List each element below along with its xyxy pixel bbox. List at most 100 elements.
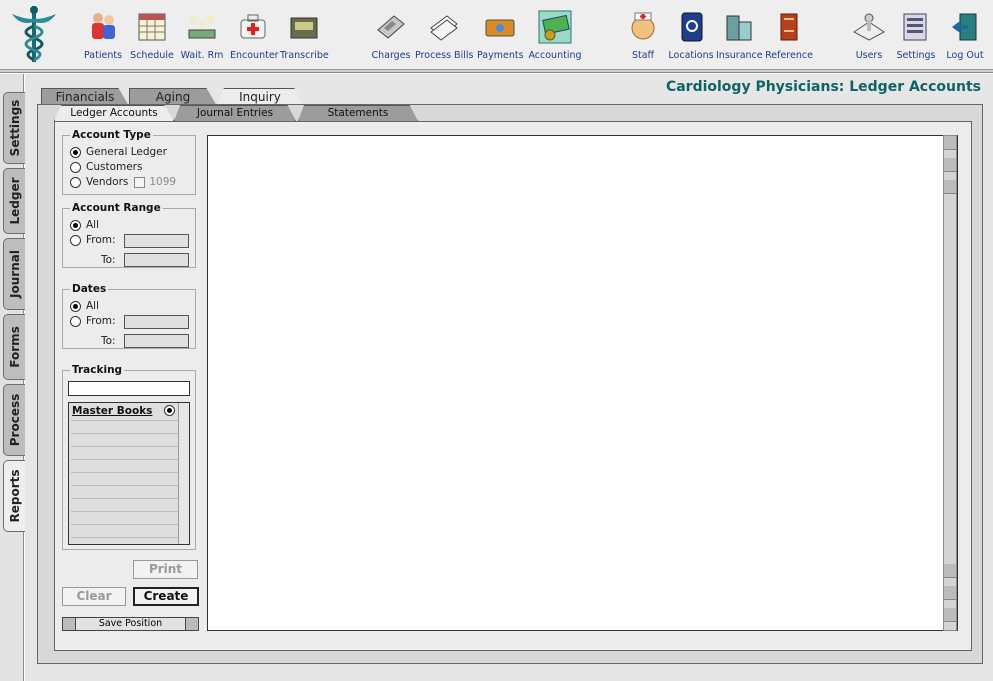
side-tab-forms[interactable]: Forms — [3, 314, 25, 380]
scroll-page-down-icon[interactable] — [944, 586, 956, 600]
radio-account-range-all[interactable]: All — [70, 218, 99, 232]
book-icon — [780, 13, 798, 41]
bills-icon — [430, 15, 458, 41]
clear-button[interactable]: Clear — [62, 587, 126, 606]
account-type-title: Account Type — [70, 129, 153, 141]
toolbar-reference-button[interactable]: Reference — [765, 10, 813, 66]
side-tab-journal[interactable]: Journal — [3, 238, 25, 310]
side-tab-ledger[interactable]: Ledger — [3, 168, 25, 234]
toolbar-encounter-label: Encounter — [230, 50, 279, 61]
user-icon — [853, 13, 885, 41]
scroll-bottom-icon[interactable] — [944, 608, 956, 622]
account-range-to-label: To: — [101, 254, 116, 266]
account-type-group: Account Type General Ledger Customers Ve… — [62, 129, 196, 195]
side-tab-reports-label: Reports — [7, 469, 22, 523]
toolbar-settings-label: Settings — [896, 50, 936, 61]
toolbar-transcribe-label: Transcribe — [280, 50, 329, 61]
vendors-label: Vendors — [86, 176, 129, 188]
dates-all-label: All — [86, 300, 100, 312]
radio-account-range-from[interactable]: From: — [70, 233, 116, 247]
dates-to-input[interactable] — [124, 334, 189, 348]
toolbar-logout-button[interactable]: Log Out — [944, 10, 986, 66]
tracking-list-scrollbar[interactable] — [178, 403, 189, 544]
tracking-input[interactable] — [68, 381, 190, 396]
radio-general-ledger-indicator[interactable] — [70, 146, 81, 158]
radio-vendors-indicator[interactable] — [70, 176, 81, 188]
toolbar-insurance-button[interactable]: Insurance — [716, 10, 763, 66]
side-tab-reports[interactable]: Reports — [3, 460, 25, 532]
medical-bag-icon — [240, 14, 266, 39]
toolbar-process-bills-label: Process Bills — [415, 50, 474, 61]
toolbar-charges-button[interactable]: Charges — [371, 10, 411, 66]
list-row-divider — [71, 524, 179, 525]
tab-ledger-accounts[interactable]: Ledger Accounts — [54, 105, 174, 121]
patients-icon — [92, 13, 115, 39]
building-icon — [726, 15, 752, 41]
calendar-icon — [138, 13, 166, 41]
toolbar-users-label: Users — [855, 50, 883, 61]
ledger-accounts-panel: Account Type General Ledger Customers Ve… — [54, 121, 972, 651]
tab-journal-entries[interactable]: Journal Entries — [174, 105, 296, 121]
radio-vendors[interactable]: Vendors 1099 — [70, 175, 176, 189]
dates-from-input[interactable] — [124, 315, 189, 329]
arrow-left-icon[interactable] — [63, 618, 76, 630]
account-range-all-label: All — [86, 219, 100, 231]
arrow-right-icon[interactable] — [185, 618, 198, 630]
toolbar-charges-label: Charges — [371, 50, 411, 61]
radio-account-range-from-indicator[interactable] — [70, 234, 81, 246]
radio-dates-from[interactable]: From: — [70, 314, 116, 328]
payment-card-icon — [485, 19, 515, 37]
transcribe-icon — [290, 17, 318, 39]
toolbar-patients-button[interactable]: Patients — [83, 10, 123, 66]
toolbar-payments-button[interactable]: Payments — [477, 10, 524, 66]
toolbar-encounter-button[interactable]: Encounter — [230, 10, 279, 66]
side-tab-process[interactable]: Process — [3, 384, 25, 456]
main-area: Cardiology Physicians: Ledger Accounts F… — [25, 74, 993, 681]
toolbar-waiting-room-button[interactable]: Wait. Rm — [180, 10, 224, 66]
toolbar-users-button[interactable]: Users — [852, 10, 886, 66]
dates-to-label: To: — [101, 335, 116, 347]
account-range-title: Account Range — [70, 202, 163, 214]
master-books-radio[interactable] — [164, 405, 175, 416]
side-tab-process-label: Process — [7, 393, 22, 447]
side-tab-settings[interactable]: Settings — [3, 92, 25, 164]
toolbar-transcribe-button[interactable]: Transcribe — [280, 10, 329, 66]
radio-customers[interactable]: Customers — [70, 160, 142, 174]
print-button[interactable]: Print — [133, 560, 198, 579]
scroll-page-up-icon[interactable] — [944, 158, 956, 172]
page-title: Cardiology Physicians: Ledger Accounts — [665, 79, 981, 95]
side-tab-forms-label: Forms — [7, 326, 22, 368]
toolbar-accounting-button[interactable]: Accounting — [528, 10, 582, 66]
account-range-from-input[interactable] — [124, 234, 189, 248]
tab-statements[interactable]: Statements — [298, 105, 418, 121]
scroll-top-icon[interactable] — [944, 136, 956, 150]
logout-icon — [952, 13, 977, 41]
side-tab-ledger-label: Ledger — [7, 177, 22, 225]
list-row-divider — [71, 485, 179, 486]
content-vertical-scrollbar[interactable] — [943, 135, 957, 631]
toolbar-settings-button[interactable]: Settings — [896, 10, 936, 66]
toolbar-staff-button[interactable]: Staff — [625, 10, 661, 66]
toolbar-logout-label: Log Out — [946, 50, 984, 61]
tracking-list[interactable]: Master Books — [68, 402, 190, 545]
radio-dates-all[interactable]: All — [70, 299, 99, 313]
create-button[interactable]: Create — [133, 587, 199, 606]
account-range-to-input[interactable] — [124, 253, 189, 267]
scroll-up-icon[interactable] — [944, 180, 956, 194]
list-row-divider — [71, 459, 179, 460]
checkbox-1099-label: 1099 — [149, 176, 177, 188]
checkbox-1099[interactable] — [134, 176, 146, 188]
toolbar-process-bills-button[interactable]: Process Bills — [415, 10, 473, 66]
list-row-divider — [71, 433, 179, 434]
radio-customers-indicator[interactable] — [70, 161, 81, 173]
radio-general-ledger[interactable]: General Ledger — [70, 145, 167, 159]
scroll-down-icon[interactable] — [944, 564, 956, 578]
radio-account-range-all-indicator[interactable] — [70, 219, 81, 231]
toolbar-schedule-button[interactable]: Schedule — [130, 10, 174, 66]
report-content-area[interactable] — [207, 135, 958, 631]
toolbar-locations-button[interactable]: Locations — [668, 10, 714, 66]
tracking-item-master-books[interactable]: Master Books — [72, 405, 152, 417]
radio-dates-from-indicator[interactable] — [70, 315, 81, 327]
radio-dates-all-indicator[interactable] — [70, 300, 81, 312]
save-position-control[interactable]: Save Position — [62, 617, 199, 631]
